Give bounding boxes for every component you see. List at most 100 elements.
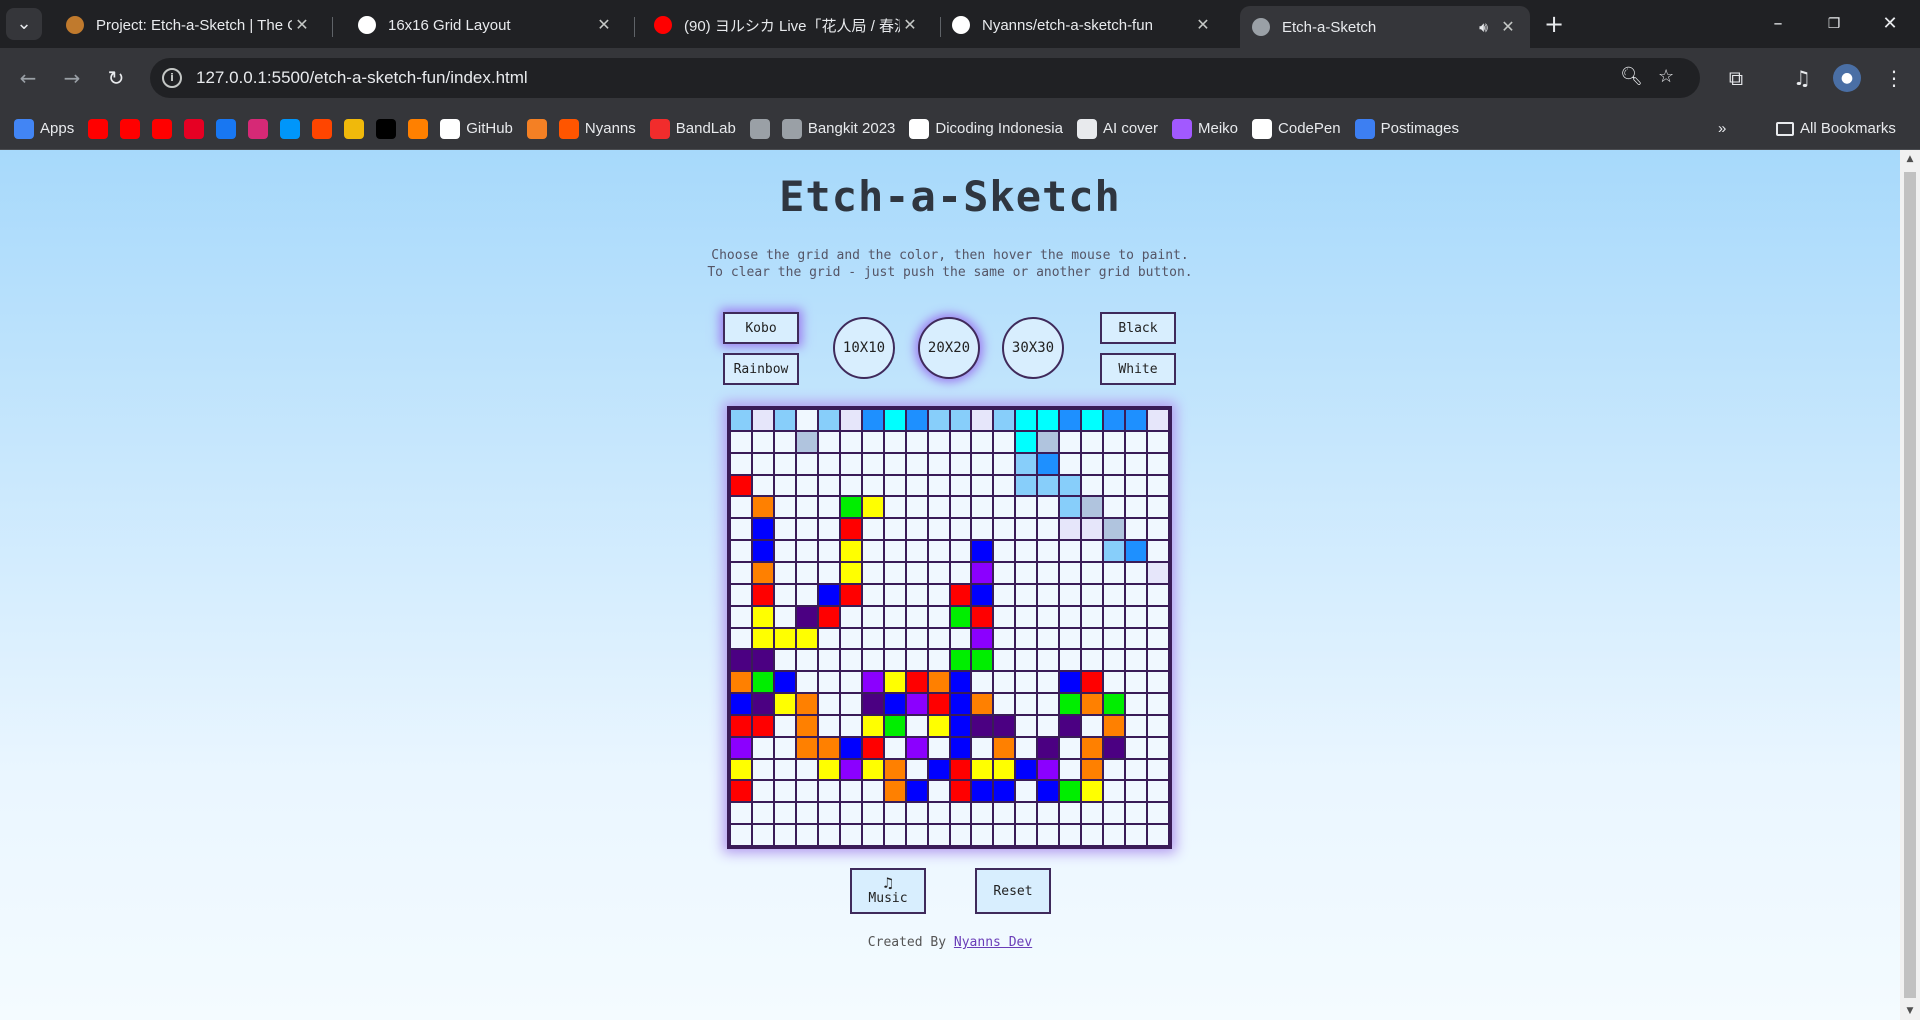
grid-cell[interactable] bbox=[1148, 410, 1168, 430]
grid-cell[interactable] bbox=[840, 628, 861, 649]
grid-cell[interactable] bbox=[884, 541, 905, 561]
bookmark-item[interactable]: Apps bbox=[14, 118, 74, 139]
grid-cell[interactable] bbox=[774, 431, 795, 452]
grid-cell[interactable] bbox=[928, 628, 949, 649]
grid-cell[interactable] bbox=[840, 475, 861, 496]
grid-cell[interactable] bbox=[994, 541, 1015, 561]
grid-cell[interactable] bbox=[731, 781, 751, 802]
site-info-icon[interactable]: i bbox=[162, 68, 182, 88]
grid-cell[interactable] bbox=[1016, 584, 1037, 605]
grid-cell[interactable] bbox=[1148, 562, 1168, 583]
grid-cell[interactable] bbox=[818, 803, 839, 824]
bookmark-item[interactable]: Bangkit 2023 bbox=[781, 118, 895, 139]
bookmark-item[interactable] bbox=[749, 118, 770, 139]
grid-cell[interactable] bbox=[840, 497, 861, 518]
grid-cell[interactable] bbox=[972, 628, 993, 649]
grid-cell[interactable] bbox=[1082, 628, 1103, 649]
grid-cell[interactable] bbox=[884, 584, 905, 605]
browser-tab[interactable]: Project: Etch-a-Sketch | The Odi ✕ bbox=[54, 8, 324, 42]
grid-cell[interactable] bbox=[994, 606, 1015, 627]
grid-cell[interactable] bbox=[1104, 519, 1125, 540]
grid-cell[interactable] bbox=[1126, 519, 1147, 540]
grid-cell[interactable] bbox=[950, 628, 971, 649]
grid-cell[interactable] bbox=[972, 737, 993, 758]
grid-cell[interactable] bbox=[774, 781, 795, 802]
close-tab-icon[interactable]: ✕ bbox=[594, 15, 614, 35]
grid-cell[interactable] bbox=[731, 650, 751, 671]
grid-cell[interactable] bbox=[906, 606, 927, 627]
grid-cell[interactable] bbox=[774, 584, 795, 605]
grid-cell[interactable] bbox=[972, 694, 993, 714]
browser-tab[interactable]: (90) ヨルシカ Live「花人局 / 春泥棒✕ bbox=[642, 8, 932, 42]
reset-button[interactable]: Reset bbox=[975, 868, 1051, 914]
grid-cell[interactable] bbox=[1016, 781, 1037, 802]
grid-cell[interactable] bbox=[818, 781, 839, 802]
grid-cell[interactable] bbox=[1148, 759, 1168, 780]
grid-cell[interactable] bbox=[1060, 715, 1081, 736]
grid-cell[interactable] bbox=[994, 519, 1015, 540]
grid-cell[interactable] bbox=[731, 562, 751, 583]
more-bookmarks-icon[interactable]: » bbox=[1718, 120, 1726, 137]
grid-cell[interactable] bbox=[972, 803, 993, 824]
grid-cell[interactable] bbox=[840, 694, 861, 714]
grid-cell[interactable] bbox=[840, 715, 861, 736]
grid-cell[interactable] bbox=[1082, 584, 1103, 605]
grid-cell[interactable] bbox=[796, 606, 817, 627]
grid-cell[interactable] bbox=[1038, 584, 1059, 605]
grid-cell[interactable] bbox=[752, 737, 773, 758]
grid-cell[interactable] bbox=[1016, 628, 1037, 649]
grid-cell[interactable] bbox=[862, 781, 883, 802]
scrollbar-thumb[interactable] bbox=[1904, 172, 1916, 998]
back-icon[interactable]: ← bbox=[12, 62, 44, 94]
bookmark-item[interactable] bbox=[376, 118, 397, 139]
grid-cell[interactable] bbox=[994, 562, 1015, 583]
grid-cell[interactable] bbox=[862, 672, 883, 693]
grid-cell[interactable] bbox=[1038, 453, 1059, 474]
grid-cell[interactable] bbox=[818, 410, 839, 430]
grid-cell[interactable] bbox=[1104, 541, 1125, 561]
grid-30-button[interactable]: 30X30 bbox=[1002, 317, 1064, 379]
grid-cell[interactable] bbox=[1126, 431, 1147, 452]
grid-cell[interactable] bbox=[752, 519, 773, 540]
grid-cell[interactable] bbox=[1148, 694, 1168, 714]
grid-cell[interactable] bbox=[1016, 475, 1037, 496]
grid-cell[interactable] bbox=[906, 453, 927, 474]
scroll-up-icon[interactable]: ▲ bbox=[1904, 154, 1916, 164]
grid-cell[interactable] bbox=[1148, 825, 1168, 845]
grid-cell[interactable] bbox=[1038, 431, 1059, 452]
grid-cell[interactable] bbox=[1060, 650, 1081, 671]
grid-cell[interactable] bbox=[774, 737, 795, 758]
grid-cell[interactable] bbox=[1082, 694, 1103, 714]
grid-cell[interactable] bbox=[796, 650, 817, 671]
grid-cell[interactable] bbox=[862, 453, 883, 474]
bookmark-star-icon[interactable]: ☆ bbox=[1658, 66, 1674, 87]
grid-cell[interactable] bbox=[1082, 431, 1103, 452]
grid-cell[interactable] bbox=[1038, 541, 1059, 561]
grid-cell[interactable] bbox=[972, 562, 993, 583]
grid-cell[interactable] bbox=[1082, 650, 1103, 671]
grid-cell[interactable] bbox=[1104, 803, 1125, 824]
bookmark-item[interactable] bbox=[152, 118, 173, 139]
grid-cell[interactable] bbox=[862, 825, 883, 845]
grid-cell[interactable] bbox=[884, 431, 905, 452]
grid-cell[interactable] bbox=[752, 475, 773, 496]
grid-cell[interactable] bbox=[1104, 584, 1125, 605]
grid-cell[interactable] bbox=[1126, 715, 1147, 736]
grid-cell[interactable] bbox=[950, 781, 971, 802]
grid-cell[interactable] bbox=[906, 825, 927, 845]
minimize-button[interactable]: – bbox=[1758, 8, 1798, 40]
grid-cell[interactable] bbox=[950, 606, 971, 627]
grid-cell[interactable] bbox=[752, 672, 773, 693]
grid-cell[interactable] bbox=[862, 541, 883, 561]
grid-cell[interactable] bbox=[994, 803, 1015, 824]
grid-cell[interactable] bbox=[840, 584, 861, 605]
grid-cell[interactable] bbox=[1082, 453, 1103, 474]
grid-cell[interactable] bbox=[884, 715, 905, 736]
grid-cell[interactable] bbox=[818, 759, 839, 780]
grid-cell[interactable] bbox=[1016, 825, 1037, 845]
grid-cell[interactable] bbox=[1016, 541, 1037, 561]
grid-cell[interactable] bbox=[950, 737, 971, 758]
grid-cell[interactable] bbox=[796, 628, 817, 649]
grid-cell[interactable] bbox=[950, 650, 971, 671]
grid-cell[interactable] bbox=[1016, 431, 1037, 452]
